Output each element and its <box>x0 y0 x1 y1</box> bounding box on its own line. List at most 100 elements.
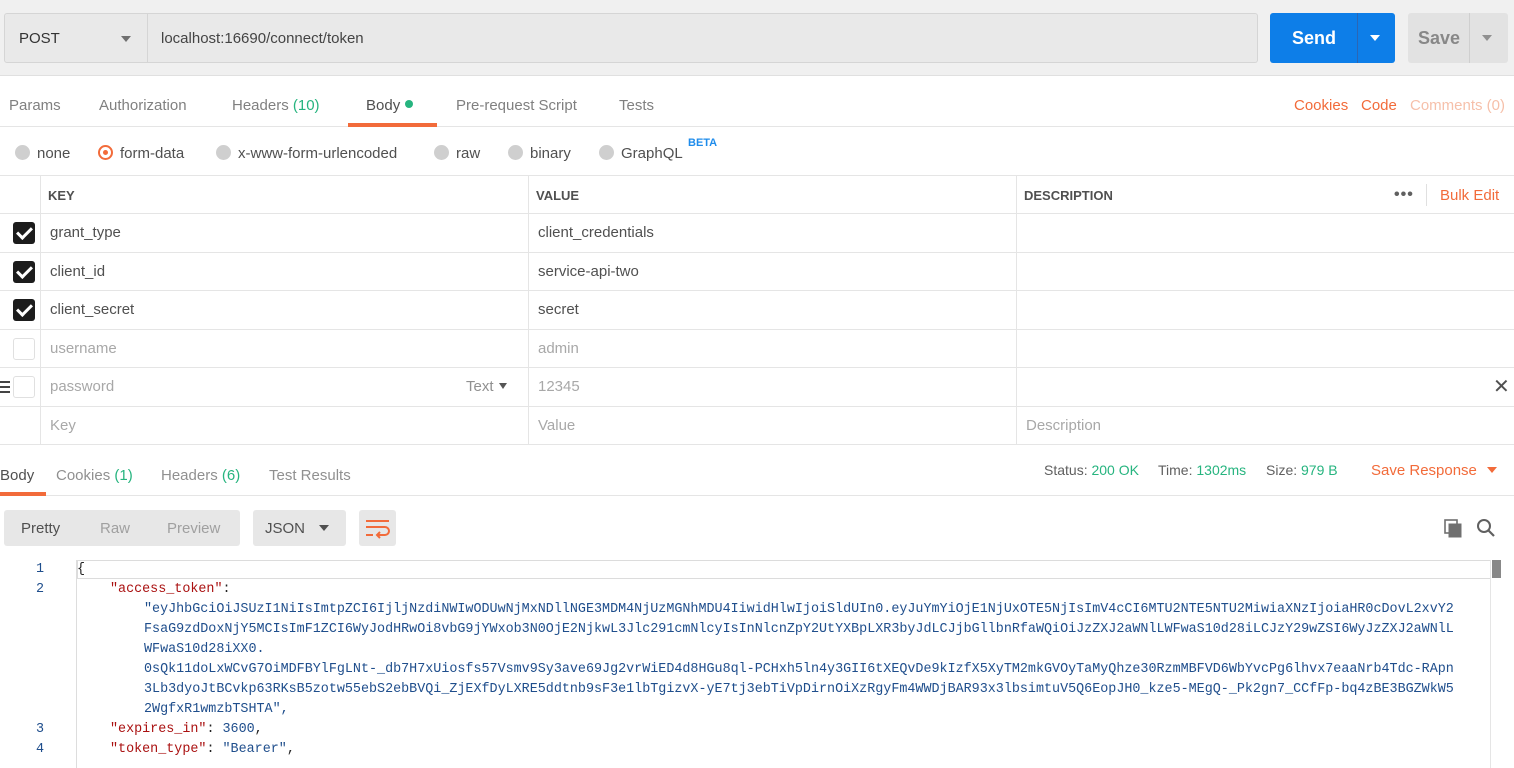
more-options-icon[interactable]: ••• <box>1394 186 1414 204</box>
radio-form-data-circle <box>98 145 113 160</box>
cookies-link[interactable]: Cookies <box>1294 97 1348 114</box>
save-response-button[interactable]: Save Response <box>1371 462 1497 479</box>
comments-link[interactable]: Comments (0) <box>1410 97 1505 114</box>
copy-icon[interactable] <box>1443 518 1463 538</box>
json-string-line: FsaG9zdDoxNjY5MCIsImF1ZCI6WyJodHRwOi8vbG… <box>144 622 1454 637</box>
line-number: 3 <box>35 722 44 737</box>
method-label: POST <box>19 30 60 47</box>
json-string-line: "eyJhbGciOiJSUzI1NiIsImtpZCI6IjljNzdiNWI… <box>144 602 1454 617</box>
wrap-lines-icon <box>366 520 390 539</box>
chevron-down-icon <box>1486 467 1497 473</box>
tab-authorization[interactable]: Authorization <box>99 97 187 114</box>
row-checkbox[interactable] <box>13 222 35 244</box>
json-string-line: 0sQk11doLxWCvG7OiMDFBYlFgLNt-_db7H7xUios… <box>144 662 1454 677</box>
search-icon[interactable] <box>1476 518 1496 538</box>
tab-tests[interactable]: Tests <box>619 97 654 114</box>
method-select[interactable]: POST <box>4 13 148 63</box>
vertical-scrollbar[interactable] <box>1490 560 1502 768</box>
size-value: 979 B <box>1301 462 1338 478</box>
json-line-token-type: "token_type": "Bearer", <box>110 742 295 757</box>
new-description-input[interactable]: Description <box>1026 417 1101 434</box>
table-header-row: KEY VALUE DESCRIPTION ••• Bulk Edit <box>0 176 1514 214</box>
json-string-line: WFwaS10d28iXX0. <box>144 642 265 657</box>
row-checkbox[interactable] <box>13 299 35 321</box>
column-divider <box>1016 329 1017 367</box>
column-divider <box>528 368 529 406</box>
scrollbar-thumb[interactable] <box>1492 560 1501 578</box>
row-key[interactable]: client_secret <box>50 301 134 318</box>
row-key[interactable]: client_id <box>50 263 105 280</box>
body-type-selector: none form-data x-www-form-urlencoded raw… <box>0 128 1514 176</box>
key-type-select[interactable]: Text <box>466 378 507 395</box>
response-tab-headers[interactable]: Headers (6) <box>161 467 240 484</box>
row-key[interactable]: password <box>50 378 114 395</box>
response-tab-test-results[interactable]: Test Results <box>269 467 351 484</box>
status-readout: Status: 200 OK <box>1044 462 1139 478</box>
json-string: "Bearer" <box>222 742 287 757</box>
response-tab-cookies[interactable]: Cookies (1) <box>56 467 133 484</box>
save-button[interactable]: Save <box>1408 13 1508 63</box>
send-options-chevron-icon[interactable] <box>1370 35 1380 41</box>
response-tab-body[interactable]: Body <box>0 467 34 484</box>
tab-pre-request-script[interactable]: Pre-request Script <box>456 97 577 114</box>
drag-handle-icon[interactable] <box>0 381 10 396</box>
tab-headers[interactable]: Headers (10) <box>232 97 320 114</box>
radio-urlencoded-label: x-www-form-urlencoded <box>238 145 398 162</box>
json-key: "expires_in" <box>110 722 207 737</box>
form-data-table: KEY VALUE DESCRIPTION ••• Bulk Edit gran… <box>0 176 1514 445</box>
tab-body[interactable]: Body <box>366 97 414 114</box>
row-value[interactable]: service-api-two <box>538 263 639 280</box>
save-options-chevron-icon[interactable] <box>1482 35 1492 41</box>
column-divider <box>1016 176 1017 213</box>
column-divider <box>528 291 529 329</box>
new-key-input[interactable]: Key <box>50 417 76 434</box>
column-divider <box>1016 252 1017 290</box>
column-divider <box>40 329 41 367</box>
column-divider <box>40 252 41 290</box>
tab-headers-label: Headers <box>232 97 289 114</box>
time-value: 1302ms <box>1196 462 1247 478</box>
new-value-input[interactable]: Value <box>538 417 575 434</box>
radio-form-data-label: form-data <box>120 145 185 162</box>
response-body-editor[interactable]: 1 2 3 4 { "access_token": "eyJhbGciOiJSU… <box>0 560 1514 768</box>
row-value[interactable]: client_credentials <box>538 224 654 241</box>
bulk-edit-link[interactable]: Bulk Edit <box>1440 187 1499 204</box>
row-value[interactable]: admin <box>538 340 579 357</box>
row-value[interactable]: 12345 <box>538 378 580 395</box>
column-divider <box>40 214 41 252</box>
table-row-new: Key Value Description <box>0 406 1514 445</box>
table-row: grant_type client_credentials <box>0 214 1514 253</box>
column-divider <box>40 176 41 213</box>
request-tabs: Params Authorization Headers (10) Body P… <box>0 77 1514 127</box>
row-key[interactable]: grant_type <box>50 224 121 241</box>
url-input[interactable]: localhost:16690/connect/token <box>148 13 1258 63</box>
row-value[interactable]: secret <box>538 301 579 318</box>
view-raw[interactable]: Raw <box>100 520 130 537</box>
delete-row-icon[interactable]: ✕ <box>1493 374 1510 399</box>
radio-graphql-label: GraphQL <box>621 145 683 162</box>
size-readout: Size: 979 B <box>1266 462 1338 478</box>
radio-binary-label: binary <box>530 145 571 162</box>
status-value: 200 OK <box>1091 462 1139 478</box>
code-link[interactable]: Code <box>1361 97 1397 114</box>
format-select[interactable]: JSON <box>253 510 346 546</box>
row-checkbox[interactable] <box>13 260 35 283</box>
wrap-lines-button[interactable] <box>359 510 396 546</box>
row-checkbox[interactable] <box>13 376 35 398</box>
send-button[interactable]: Send <box>1270 13 1395 63</box>
send-label: Send <box>1292 28 1337 48</box>
view-pretty[interactable]: Pretty <box>21 520 60 537</box>
json-line-access-token-key: "access_token": <box>110 582 231 597</box>
beta-badge: BETA <box>688 137 718 149</box>
active-line-highlight <box>77 560 1491 579</box>
active-response-tab-underline <box>0 492 46 496</box>
json-line-expires-in: "expires_in": 3600, <box>110 722 263 737</box>
table-row: client_secret secret <box>0 291 1514 330</box>
row-key[interactable]: username <box>50 340 117 357</box>
tab-params[interactable]: Params <box>9 97 61 114</box>
column-divider <box>1016 214 1017 252</box>
row-checkbox[interactable] <box>13 337 35 360</box>
format-label: JSON <box>265 520 306 537</box>
column-divider <box>1016 368 1017 406</box>
view-preview[interactable]: Preview <box>167 520 220 537</box>
